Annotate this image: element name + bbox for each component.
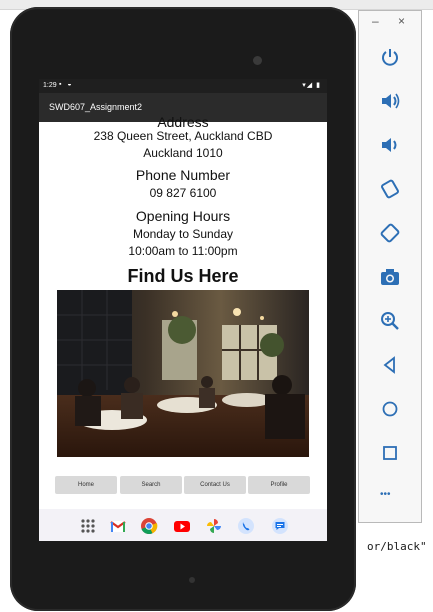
app-title: SWD607_Assignment2	[49, 102, 143, 112]
android-dock	[39, 509, 327, 541]
rotate-left-icon[interactable]	[379, 178, 401, 200]
panel-titlebar: – ×	[359, 11, 421, 37]
address-line-2: Auckland 1010	[143, 146, 223, 160]
close-button[interactable]: ×	[398, 14, 405, 28]
home-button[interactable]: Home	[55, 476, 117, 494]
contact-us-button[interactable]: Contact Us	[184, 476, 246, 494]
gmail-icon[interactable]	[109, 517, 127, 535]
profile-button[interactable]: Profile	[248, 476, 310, 494]
rotate-right-icon[interactable]	[379, 222, 401, 244]
power-icon[interactable]	[379, 46, 401, 68]
camera-icon[interactable]	[379, 266, 401, 288]
youtube-icon[interactable]	[173, 517, 191, 535]
signal-battery-icon: ▾◢ ▮	[302, 82, 321, 89]
front-camera	[253, 56, 262, 65]
chrome-icon[interactable]	[140, 517, 158, 535]
phone-value[interactable]: 09 827 6100	[39, 186, 327, 200]
phone-icon[interactable]	[237, 517, 255, 535]
home-icon[interactable]	[379, 398, 401, 420]
zoom-icon[interactable]	[379, 310, 401, 332]
ide-code-snippet: or/black"	[367, 540, 427, 553]
hours-times: 10:00am to 11:00pm	[128, 244, 238, 258]
find-us-heading: Find Us Here	[127, 266, 239, 286]
device-speaker	[189, 577, 195, 583]
messages-icon[interactable]	[271, 517, 289, 535]
back-icon[interactable]	[379, 354, 401, 376]
overview-icon[interactable]	[379, 442, 401, 464]
volume-down-icon[interactable]	[379, 134, 401, 156]
notification-icons: ▪ ◒	[59, 81, 74, 88]
device-screen: 1:29 ▪ ◒ ▾◢ ▮ SWD607_Assignment2 Address…	[39, 79, 327, 541]
search-button[interactable]: Search	[120, 476, 182, 494]
volume-up-icon[interactable]	[379, 90, 401, 112]
minimize-button[interactable]: –	[372, 14, 379, 28]
address-line-1: 238 Queen Street, Auckland CBD	[93, 129, 273, 143]
address-heading: Address	[157, 114, 209, 130]
status-time: 1:29	[43, 82, 57, 89]
more-options-icon[interactable]: •••	[380, 489, 391, 500]
phone-heading: Phone Number	[135, 167, 231, 183]
apps-grid-icon[interactable]	[79, 517, 97, 535]
emulator-control-panel: – × •••	[358, 10, 422, 523]
photos-icon[interactable]	[205, 517, 223, 535]
hours-days: Monday to Sunday	[132, 227, 234, 241]
hours-heading: Opening Hours	[135, 208, 231, 224]
status-bar: 1:29 ▪ ◒ ▾◢ ▮	[39, 79, 327, 93]
restaurant-photo	[57, 290, 309, 457]
